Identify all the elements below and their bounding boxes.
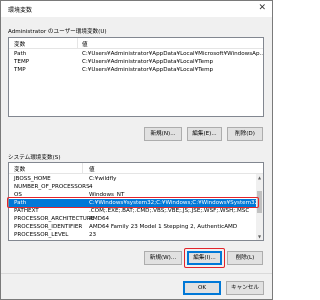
- user-vars-group-label: Administrator のユーザー環境変数(U): [8, 29, 107, 35]
- system-var-value: AMD64: [89, 216, 110, 222]
- system-var-value: AMD64 Family 23 Model 1 Stepping 2, Auth…: [89, 224, 238, 230]
- user-vars-header: 変数 値: [9, 38, 263, 49]
- system-var-name: PATHEXT: [14, 208, 39, 214]
- system-var-value: 23: [89, 232, 97, 238]
- system-vars-header: 変数 値: [9, 163, 263, 174]
- user-var-row[interactable]: TEMP C:¥Users¥Administrator¥AppData¥Loca…: [9, 58, 263, 66]
- system-var-row-selected[interactable]: Path C:¥Windows¥system32;C:¥Windows;C:¥W…: [9, 199, 263, 207]
- system-var-row[interactable]: PROCESSOR_IDENTIFIER AMD64 Family 23 Mod…: [9, 223, 263, 231]
- window-title: 環境変数: [8, 7, 33, 14]
- system-var-row[interactable]: NUMBER_OF_PROCESSORS 4: [9, 183, 263, 191]
- system-var-name: PROCESSOR_IDENTIFIER: [14, 224, 83, 230]
- user-vars-list[interactable]: 変数 値 Path C:¥Users¥Administrator¥AppData…: [8, 37, 264, 117]
- user-var-name: TEMP: [14, 59, 30, 65]
- scroll-thumb[interactable]: [257, 191, 262, 213]
- system-vars-scrollbar[interactable]: ▲ ▼: [256, 174, 263, 240]
- system-vars-group-label: システム環境変数(S): [8, 155, 61, 161]
- environment-variables-dialog: 環境変数 ✕ Administrator のユーザー環境変数(U) 変数 値 P…: [0, 0, 273, 300]
- user-var-row[interactable]: Path C:¥Users¥Administrator¥AppData¥Loca…: [9, 50, 263, 58]
- user-delete-button[interactable]: 削除(D): [227, 127, 263, 141]
- user-var-value: C:¥Users¥Administrator¥AppData¥Local¥Mic…: [82, 51, 264, 57]
- close-icon[interactable]: ✕: [258, 3, 266, 13]
- user-var-row[interactable]: TMP C:¥Users¥Administrator¥AppData¥Local…: [9, 66, 263, 74]
- system-delete-button[interactable]: 削除(L): [227, 251, 263, 265]
- system-var-row[interactable]: PROCESSOR_ARCHITECTURE AMD64: [9, 215, 263, 223]
- system-var-row[interactable]: PROCESSOR_LEVEL 23: [9, 231, 263, 239]
- footer-divider: [1, 273, 272, 274]
- user-var-name: Path: [14, 51, 27, 57]
- system-var-value: Windows_NT: [89, 192, 125, 198]
- system-var-row[interactable]: OS Windows_NT: [9, 191, 263, 199]
- system-var-name: PROCESSOR_LEVEL: [14, 232, 69, 238]
- ok-button[interactable]: OK: [183, 281, 221, 295]
- system-var-name: OS: [14, 192, 22, 198]
- user-vars-col-variable[interactable]: 変数: [14, 40, 25, 48]
- system-var-name: NUMBER_OF_PROCESSORS: [14, 184, 90, 190]
- system-var-value: .COM;.EXE;.BAT;.CMD;.VBS;.VBE;.JS;.JSE;.…: [89, 208, 250, 214]
- title-bar: 環境変数 ✕: [1, 1, 272, 17]
- system-var-name: JBOSS_HOME: [14, 176, 51, 182]
- system-var-name: PROCESSOR_ARCHITECTURE: [14, 216, 95, 222]
- system-vars-list[interactable]: 変数 値 JBOSS_HOME C:¥wildfly NUMBER_OF_PRO…: [8, 162, 264, 241]
- scroll-up-icon[interactable]: ▲: [256, 174, 263, 181]
- system-var-row[interactable]: PATHEXT .COM;.EXE;.BAT;.CMD;.VBS;.VBE;.J…: [9, 207, 263, 215]
- user-edit-button[interactable]: 編集(E)...: [187, 127, 222, 141]
- system-edit-button[interactable]: 編集(I)...: [187, 251, 222, 265]
- system-var-name: Path: [14, 200, 27, 206]
- user-var-value: C:¥Users¥Administrator¥AppData¥Local¥Tem…: [82, 67, 214, 73]
- user-var-value: C:¥Users¥Administrator¥AppData¥Local¥Tem…: [82, 59, 214, 65]
- system-var-value: C:¥Windows¥system32;C:¥Windows;C:¥Window…: [89, 200, 264, 206]
- system-var-row[interactable]: JBOSS_HOME C:¥wildfly: [9, 175, 263, 183]
- scroll-down-icon[interactable]: ▼: [256, 233, 263, 240]
- user-var-name: TMP: [14, 67, 26, 73]
- user-new-button[interactable]: 新規(N)...: [144, 127, 182, 141]
- cancel-button[interactable]: キャンセル: [226, 281, 264, 295]
- system-var-value: 4: [89, 184, 93, 190]
- system-var-value: C:¥wildfly: [89, 176, 117, 182]
- system-vars-col-value[interactable]: 値: [89, 165, 95, 173]
- system-new-button[interactable]: 新規(W)...: [144, 251, 182, 265]
- user-vars-col-value[interactable]: 値: [82, 40, 88, 48]
- system-vars-col-variable[interactable]: 変数: [14, 165, 25, 173]
